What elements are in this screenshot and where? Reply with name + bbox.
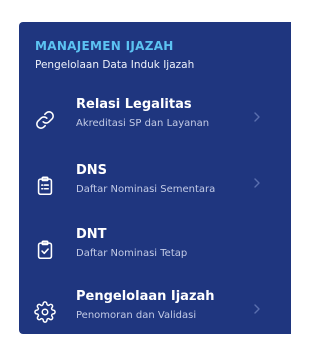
gear-icon [34,301,56,323]
chevron-right-icon [253,177,261,189]
menu-item-relasi-legalitas[interactable]: Relasi Legalitas Akreditasi SP dan Layan… [19,94,291,144]
menu-item-pengelolaan-ijazah[interactable]: Pengelolaan Ijazah Penomoran dan Validas… [19,286,291,334]
menu-item-description: Daftar Nominasi Sementara [76,184,216,195]
ijazah-menu-panel: MANAJEMEN IJAZAH Pengelolaan Data Induk … [19,22,291,334]
section-subtitle: Pengelolaan Data Induk Ijazah [35,59,195,71]
clipboard-check-icon [34,239,56,261]
menu-item-dnt[interactable]: DNT Daftar Nominasi Tetap [19,224,291,274]
link-icon [34,109,56,131]
menu-item-label: DNS [76,163,108,178]
clipboard-list-icon [34,175,56,197]
chevron-right-icon [253,111,261,123]
menu-item-label: Relasi Legalitas [76,97,192,112]
menu-item-dns[interactable]: DNS Daftar Nominasi Sementara [19,160,291,210]
menu-item-description: Daftar Nominasi Tetap [76,248,188,259]
menu-item-description: Penomoran dan Validasi [76,310,197,321]
chevron-right-icon [253,303,261,315]
menu-item-label: Pengelolaan Ijazah [76,289,215,304]
menu-item-label: DNT [76,227,107,242]
menu-item-description: Akreditasi SP dan Layanan [76,118,210,129]
section-title: MANAJEMEN IJAZAH [35,39,174,53]
